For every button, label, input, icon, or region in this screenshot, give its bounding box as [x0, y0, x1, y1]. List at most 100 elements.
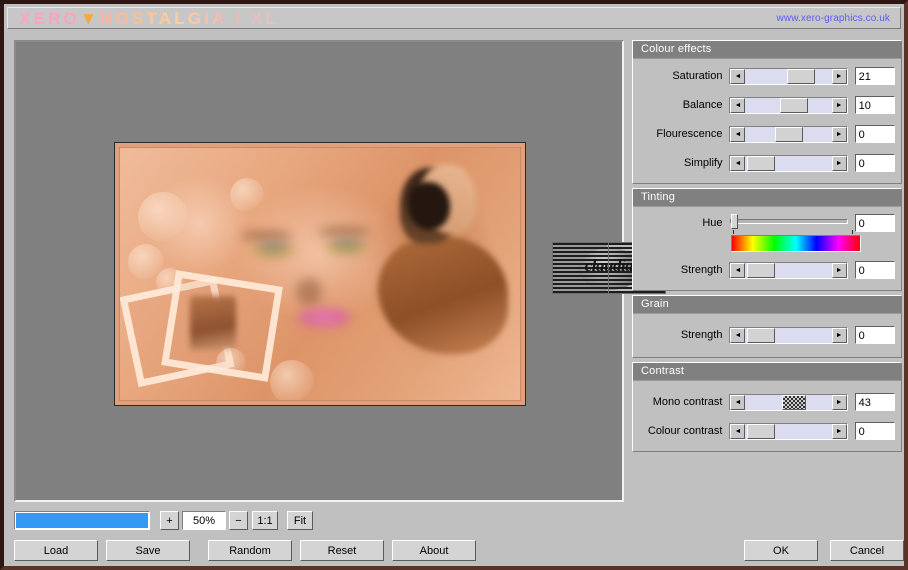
arrow-right-icon[interactable]: ► — [831, 262, 847, 278]
value-flourescence[interactable]: 0 — [854, 125, 895, 143]
image-preview-canvas[interactable] — [14, 40, 624, 502]
load-button[interactable]: Load — [14, 540, 98, 561]
panel-title-contrast: Contrast — [633, 363, 901, 381]
slider-track-tint-strength[interactable] — [745, 262, 831, 278]
slider-track-grain-strength[interactable] — [745, 327, 831, 343]
slider-simplify[interactable]: ◄ ► — [729, 154, 848, 172]
arrow-right-icon[interactable]: ► — [831, 327, 847, 343]
panel-body-grain: Strength ◄ ► 0 — [633, 314, 901, 357]
brand-triangle-icon: ▼ — [79, 9, 101, 28]
value-saturation[interactable]: 21 — [854, 67, 895, 85]
control-simplify: Simplify ◄ ► 0 — [639, 152, 895, 174]
panel-colour-effects: Colour effects Saturation ◄ ► 21 Balance — [632, 40, 902, 184]
label-hue: Hue — [702, 217, 723, 229]
plugin-window: XERO▼NOSTALGIA / XL www.xero-graphics.co… — [0, 0, 908, 570]
arrow-left-icon[interactable]: ◄ — [730, 394, 746, 410]
control-tint-strength: Strength ◄ ► 0 — [639, 259, 895, 281]
slider-thumb-tint-strength[interactable] — [747, 262, 776, 278]
arrow-left-icon[interactable]: ◄ — [730, 262, 746, 278]
label-balance: Balance — [682, 99, 723, 111]
slider-colour-contrast[interactable]: ◄ ► — [729, 422, 848, 440]
tick-max — [851, 229, 853, 234]
controls-column: Colour effects Saturation ◄ ► 21 Balance — [632, 40, 902, 456]
random-button[interactable]: Random — [208, 540, 292, 561]
control-grain-strength: Strength ◄ ► 0 — [639, 324, 895, 346]
arrow-right-icon[interactable]: ► — [831, 97, 847, 113]
art-bokeh-4 — [230, 178, 264, 212]
slider-thumb-balance[interactable] — [779, 97, 808, 113]
artwork-inner — [119, 147, 521, 401]
slider-flourescence[interactable]: ◄ ► — [729, 125, 848, 143]
slider-mono-contrast[interactable]: ◄ ► — [729, 393, 848, 411]
control-mono-contrast: Mono contrast ◄ ► 43 — [639, 391, 895, 413]
value-grain-strength[interactable]: 0 — [854, 326, 895, 344]
slider-track-colour-contrast[interactable] — [745, 423, 831, 439]
reset-button[interactable]: Reset — [300, 540, 384, 561]
arrow-left-icon[interactable]: ◄ — [730, 126, 746, 142]
panel-title-tinting: Tinting — [633, 189, 901, 207]
value-hue[interactable]: 0 — [854, 214, 895, 232]
arrow-right-icon[interactable]: ► — [831, 155, 847, 171]
control-balance: Balance ◄ ► 10 — [639, 94, 895, 116]
actual-size-button[interactable]: 1:1 — [252, 511, 278, 530]
slider-thumb-simplify[interactable] — [747, 155, 776, 171]
label-colour-contrast: Colour contrast — [647, 425, 723, 437]
label-flourescence: Flourescence — [656, 128, 723, 140]
slider-thumb-colour-contrast[interactable] — [747, 423, 776, 439]
label-tint-strength: Strength — [680, 264, 723, 276]
arrow-left-icon[interactable]: ◄ — [730, 155, 746, 171]
zoom-out-button[interactable]: − — [229, 511, 248, 530]
slider-hue[interactable] — [729, 213, 853, 234]
slider-track-mono-contrast[interactable] — [745, 394, 831, 410]
website-link[interactable]: www.xero-graphics.co.uk — [777, 13, 890, 24]
control-hue: Hue 0 — [639, 213, 895, 234]
slider-track-flourescence[interactable] — [745, 126, 831, 142]
value-colour-contrast[interactable]: 0 — [854, 422, 895, 440]
app-brand-title: XERO▼NOSTALGIA / XL — [19, 9, 279, 28]
arrow-right-icon[interactable]: ► — [831, 423, 847, 439]
slider-thumb-grain-strength[interactable] — [747, 327, 776, 343]
slider-tint-strength[interactable]: ◄ ► — [729, 261, 848, 279]
value-balance[interactable]: 10 — [854, 96, 895, 114]
slider-track-balance[interactable] — [745, 97, 831, 113]
slider-track-saturation[interactable] — [745, 68, 831, 84]
arrow-left-icon[interactable]: ◄ — [730, 327, 746, 343]
save-button[interactable]: Save — [106, 540, 190, 561]
value-simplify[interactable]: 0 — [854, 154, 895, 172]
slider-balance[interactable]: ◄ ► — [729, 96, 848, 114]
panel-body-colour-effects: Saturation ◄ ► 21 Balance ◄ ► 10 Floures… — [633, 59, 901, 183]
slider-saturation[interactable]: ◄ ► — [729, 67, 848, 85]
slider-thumb-saturation[interactable] — [786, 68, 815, 84]
label-saturation: Saturation — [672, 70, 723, 82]
arrow-left-icon[interactable]: ◄ — [730, 423, 746, 439]
control-saturation: Saturation ◄ ► 21 — [639, 65, 895, 87]
control-colour-contrast: Colour contrast ◄ ► 0 — [639, 420, 895, 442]
slider-thumb-flourescence[interactable] — [774, 126, 803, 142]
slider-thumb-hue[interactable] — [730, 213, 738, 229]
panel-title-colour-effects: Colour effects — [633, 41, 901, 59]
panel-body-tinting: Hue 0 Strength ◄ ► 0 — [633, 207, 901, 290]
zoom-in-button[interactable]: + — [160, 511, 179, 530]
art-bokeh-1 — [138, 192, 188, 242]
arrow-right-icon[interactable]: ► — [831, 68, 847, 84]
about-button[interactable]: About — [392, 540, 476, 561]
fit-to-window-button[interactable]: Fit — [287, 511, 313, 530]
slider-groove-hue[interactable] — [729, 218, 848, 224]
value-mono-contrast[interactable]: 43 — [854, 393, 895, 411]
panel-title-grain: Grain — [633, 296, 901, 314]
progress-bar-fill — [16, 513, 148, 528]
cancel-button[interactable]: Cancel — [830, 540, 904, 561]
arrow-left-icon[interactable]: ◄ — [730, 68, 746, 84]
arrow-right-icon[interactable]: ► — [831, 394, 847, 410]
preview-artwork — [114, 142, 526, 406]
slider-grain-strength[interactable]: ◄ ► — [729, 326, 848, 344]
slider-thumb-mono-contrast[interactable] — [781, 394, 806, 410]
slider-track-simplify[interactable] — [745, 155, 831, 171]
arrow-right-icon[interactable]: ► — [831, 126, 847, 142]
zoom-level-field[interactable]: 50% — [182, 511, 226, 530]
value-tint-strength[interactable]: 0 — [854, 261, 895, 279]
hue-spectrum-bar[interactable] — [731, 235, 861, 252]
ok-button[interactable]: OK — [744, 540, 818, 561]
title-bar: XERO▼NOSTALGIA / XL www.xero-graphics.co… — [7, 7, 901, 29]
arrow-left-icon[interactable]: ◄ — [730, 97, 746, 113]
